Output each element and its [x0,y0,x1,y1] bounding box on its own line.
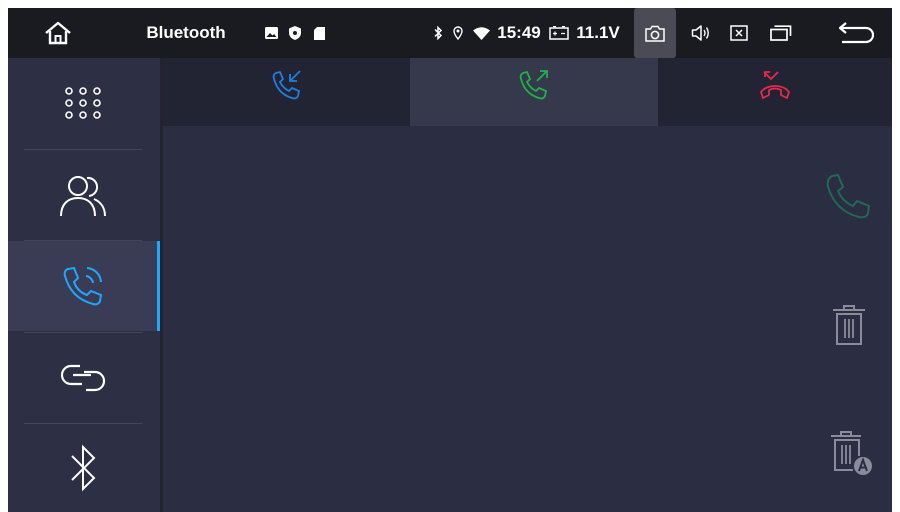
recent-apps-icon [770,25,792,41]
status-bar: Bluetooth 15:49 11.1V [8,8,892,58]
home-button[interactable] [30,8,86,58]
missed-call-icon [760,71,790,99]
battery-icon [548,8,570,58]
sidebar-item-apps[interactable] [8,58,158,148]
voltage-readout: 11.1V [576,23,620,42]
apps-grid-icon [65,87,101,119]
call-button[interactable] [818,166,878,226]
call-log-tabs [163,58,892,126]
tab-missed-calls[interactable] [658,58,892,126]
volume-button[interactable] [684,8,718,58]
image-icon [264,8,278,58]
delete-all-button[interactable] [823,422,879,486]
tab-incoming-calls[interactable] [163,58,410,126]
wifi-icon [472,8,490,58]
clock: 15:49 [497,23,541,42]
close-box-icon [730,25,748,41]
call-log-list [163,126,892,512]
location-icon [452,8,464,58]
link-icon [60,364,106,392]
bluetooth-screen: Bluetooth 15:49 11.1V [8,8,892,512]
call-icon [826,173,871,219]
back-button[interactable] [834,8,878,58]
sidebar-item-pairing[interactable] [8,333,158,423]
sidebar-item-call-log[interactable] [8,241,158,331]
volume-icon [691,25,709,41]
bluetooth-icon [71,444,96,492]
screenshot-button[interactable] [634,8,676,58]
home-icon [45,21,71,45]
phone-call-icon [63,266,103,306]
trash-icon [833,305,865,345]
sd-card-icon [312,8,326,58]
back-icon [838,22,874,44]
shield-icon [288,8,302,58]
contacts-icon [60,176,106,217]
sidebar-item-bluetooth[interactable] [8,424,158,512]
sidebar-item-contacts[interactable] [8,150,158,240]
tab-outgoing-calls[interactable] [410,58,658,126]
sidebar [8,58,160,512]
app-title: Bluetooth [146,23,226,42]
recent-apps-button[interactable] [764,8,798,58]
bluetooth-status-icon [432,8,444,58]
incoming-call-icon [272,70,301,100]
outgoing-call-icon [519,70,548,100]
trash-all-icon [831,431,872,475]
screenshot-icon [645,25,665,42]
delete-button[interactable] [823,296,875,356]
close-box-button[interactable] [724,8,754,58]
